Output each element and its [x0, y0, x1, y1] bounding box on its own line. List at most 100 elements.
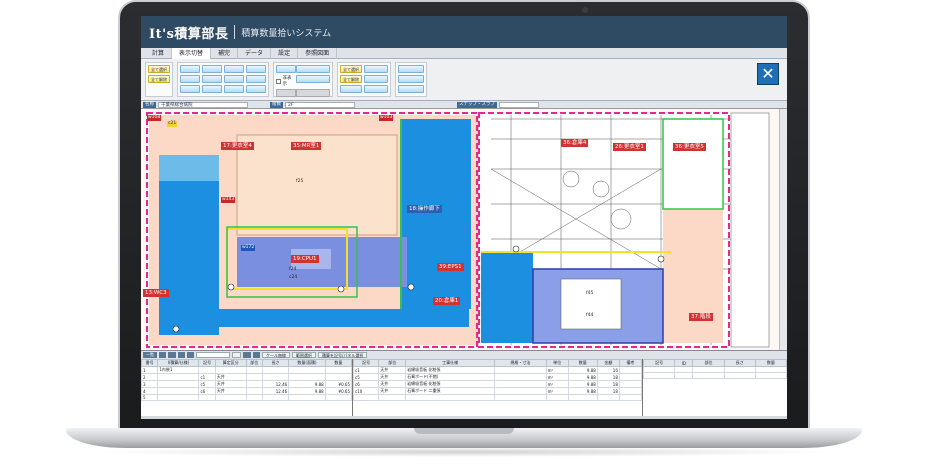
table-row[interactable]: 5 [141, 394, 352, 401]
view-button[interactable] [246, 65, 266, 73]
vertical-scrollbar[interactable] [779, 109, 787, 350]
col-header[interactable]: 規格・寸法 [494, 359, 547, 367]
table-row[interactable]: 2 c1 天井 [141, 373, 352, 381]
view-button[interactable] [246, 85, 266, 93]
col-header[interactable]: 記号 [643, 359, 676, 367]
view-button[interactable] [224, 85, 244, 93]
edit-button[interactable] [364, 85, 388, 93]
horizontal-scrollbar[interactable] [141, 416, 787, 419]
close-icon[interactable]: ✕ [757, 63, 779, 85]
wall-tag[interactable]: w172 [241, 245, 256, 251]
table-row[interactable]: c5 天井 石膏ボード(不燃) m² 9.88 18 [353, 373, 642, 381]
room-label[interactable]: 36:倉庫4 [561, 139, 589, 147]
tool-button[interactable] [177, 352, 185, 358]
view-button[interactable] [224, 75, 244, 83]
cable-button[interactable]: ケール無線 [261, 352, 290, 358]
table-row[interactable]: 1 1内装1 [141, 366, 352, 374]
view-button[interactable] [180, 65, 200, 73]
table-row[interactable]: c6 天井 岩綿吸音板 化粧張 m² 9.88 18 [353, 380, 642, 388]
area-mark[interactable]: f44 [586, 313, 593, 318]
view-button[interactable] [202, 75, 222, 83]
col-header[interactable]: 部位 [692, 359, 725, 367]
room-label[interactable]: 18:操作廊下 [407, 205, 442, 213]
view-button[interactable] [180, 85, 200, 93]
col-header[interactable]: 数量 [754, 359, 787, 367]
col-header[interactable]: 記号 [198, 359, 216, 367]
tool-button[interactable] [232, 352, 242, 358]
edit-button[interactable] [364, 75, 388, 83]
ceiling-tag[interactable]: c21 [167, 121, 178, 127]
room-label[interactable]: 39:EPS1 [437, 263, 464, 271]
col-header[interactable]: ID [674, 359, 694, 367]
wall-tag[interactable]: w103 [379, 115, 394, 121]
menu-view[interactable]: 表示切替 [172, 47, 212, 59]
room-label[interactable]: 19:CPU1 [291, 255, 319, 263]
room-label[interactable]: 20:倉庫1 [433, 297, 461, 305]
edit-button[interactable] [340, 85, 362, 93]
room-label[interactable]: 17:更衣室4 [221, 142, 254, 150]
table-row[interactable]: 3 c5 天井 12.46 9.88 ¥0.65 [141, 380, 352, 388]
name-field[interactable]: 千葉県総合病院 [158, 101, 248, 108]
deselect-all-button[interactable]: 全て解除 [148, 75, 170, 83]
select-all-button-2[interactable]: 全て選択 [340, 65, 362, 73]
range-select-button[interactable]: 範囲選択 [291, 352, 316, 358]
menu-calc[interactable]: 計算 [145, 47, 173, 59]
display-button[interactable] [296, 65, 330, 73]
area-mark[interactable]: f24 [289, 267, 296, 272]
area-mark[interactable]: c24 [289, 275, 297, 280]
room-label[interactable]: 13:WC3 [143, 289, 169, 297]
tool-button[interactable] [243, 352, 251, 358]
filter-select[interactable] [196, 352, 231, 358]
table-row[interactable] [643, 372, 787, 379]
col-header[interactable]: 数量 [324, 359, 352, 367]
table-row[interactable]: c10 天井 石膏ボード 二重張 m² 9.88 18 [353, 387, 642, 395]
tool-button[interactable] [186, 352, 195, 358]
view-button[interactable] [246, 75, 266, 83]
col-header[interactable]: 長さ [723, 359, 756, 367]
col-header[interactable]: 長さ [261, 359, 290, 367]
extra-button[interactable] [398, 85, 424, 93]
col-header[interactable]: 部位 [378, 359, 407, 367]
area-mark[interactable]: f45 [586, 291, 593, 296]
edit-button[interactable] [364, 65, 388, 73]
deselect-all-button-2[interactable]: 全て解除 [340, 75, 362, 83]
view-button[interactable] [202, 85, 222, 93]
table-row[interactable]: 4 c6 天井 12.46 9.88 ¥0.65 [141, 387, 352, 395]
room-label[interactable]: 36:更衣室5 [673, 143, 706, 151]
wall-tag[interactable]: w143 [221, 197, 236, 203]
table-row[interactable]: c1 天井 岩綿吸音板 化粧張 m² 9.88 16 [353, 366, 642, 374]
display-button[interactable] [276, 65, 296, 73]
menu-data[interactable]: データ [238, 47, 272, 59]
col-header[interactable]: 部位 [245, 359, 263, 367]
extra-button[interactable] [398, 65, 424, 73]
room-label[interactable]: 26:更衣室1 [613, 143, 646, 151]
view-button[interactable] [202, 65, 222, 73]
col-header[interactable]: 金額 [596, 359, 620, 367]
select-all-button[interactable]: 全て選択 [148, 65, 170, 73]
panel-select-button[interactable]: 積算を記号/パネル選択 [317, 352, 368, 358]
checkbox-box[interactable] [276, 78, 281, 84]
tool-button[interactable] [168, 352, 176, 358]
col-header[interactable]: 番号 [141, 359, 159, 367]
col-header[interactable]: Ⅰ(積算/仕様) [157, 359, 200, 367]
extra-button[interactable] [398, 75, 424, 83]
list-button[interactable]: 一覧 [143, 352, 157, 358]
display-button[interactable] [296, 75, 330, 83]
menu-complete[interactable]: 補完 [211, 47, 239, 59]
hide-checkbox[interactable]: 非表示 [276, 75, 294, 87]
col-header[interactable]: 数量(面積) [288, 359, 326, 367]
col-header[interactable]: 記号 [353, 359, 380, 367]
wall-tag[interactable]: w108 [147, 115, 162, 121]
floor-plan-canvas[interactable]: 17:更衣室4 35:MR室1 18:操作廊下 19:CPU1 39:EPS1 … [141, 108, 787, 350]
table-row[interactable] [353, 394, 642, 401]
tool-button[interactable] [159, 352, 167, 358]
view-button[interactable] [224, 65, 244, 73]
menu-settings[interactable]: 設定 [271, 47, 299, 59]
tool-button[interactable] [252, 352, 260, 358]
step-slab-field[interactable] [499, 101, 539, 108]
floor-field[interactable]: 2F [285, 101, 355, 108]
area-mark[interactable]: f25 [296, 179, 303, 184]
col-header[interactable]: 工事仕様 [405, 359, 496, 367]
col-header[interactable]: 単位 [545, 359, 569, 367]
room-label[interactable]: 37:階段 [689, 313, 713, 321]
